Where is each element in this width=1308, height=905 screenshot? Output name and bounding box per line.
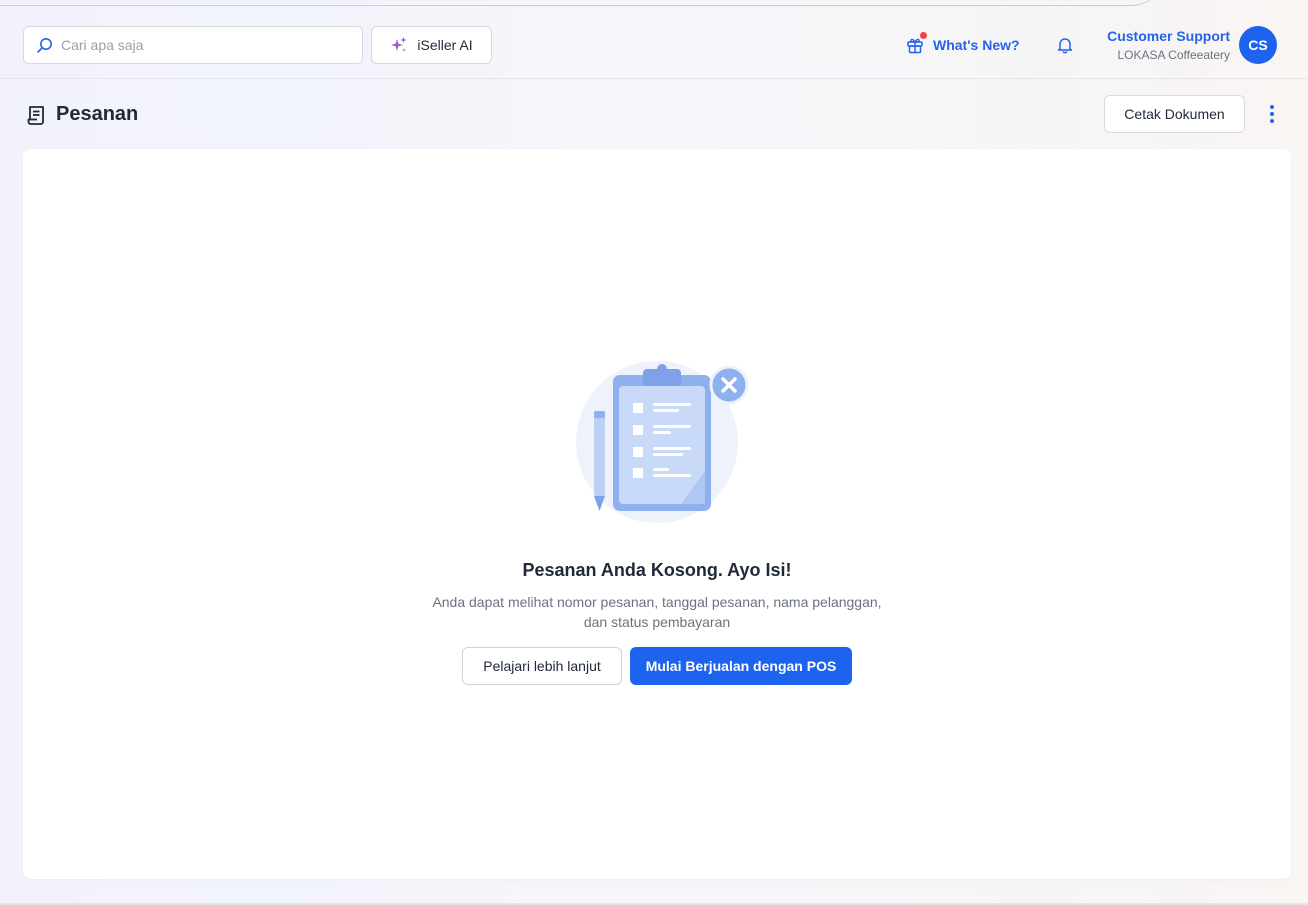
page-heading: Pesanan	[27, 103, 138, 126]
receipt-icon	[27, 105, 44, 125]
sparkle-icon	[391, 37, 407, 52]
user-info[interactable]: Customer Support LOKASA Coffeeatery	[1107, 28, 1230, 62]
whats-new-label: What's New?	[933, 37, 1020, 53]
more-vertical-icon-dot	[1270, 119, 1274, 123]
empty-state-description-line: dan status pembayaran	[583, 614, 731, 630]
search-box[interactable]	[23, 26, 363, 64]
learn-more-button[interactable]: Pelajari lebih lanjut	[462, 647, 622, 685]
top-bar: iSeller AI What's New? Customer Support …	[0, 0, 1308, 79]
notifications-button[interactable]	[1056, 36, 1074, 54]
empty-state-card: Pesanan Anda Kosong. Ayo Isi! Anda dapat…	[23, 149, 1291, 879]
page-title: Pesanan	[56, 103, 139, 125]
empty-state-title: Pesanan Anda Kosong. Ayo Isi!	[522, 560, 792, 580]
more-vertical-icon-dot	[1270, 105, 1274, 109]
more-options-button[interactable]	[1266, 103, 1278, 125]
bell-icon	[1057, 38, 1073, 54]
print-document-button[interactable]: Cetak Dokumen	[1104, 95, 1245, 133]
search-input[interactable]	[61, 37, 341, 53]
avatar[interactable]: CS	[1239, 26, 1277, 64]
gift-icon	[906, 32, 927, 54]
iseller-ai-button[interactable]: iSeller AI	[371, 26, 492, 64]
iseller-ai-label: iSeller AI	[417, 37, 473, 53]
empty-clipboard-illustration	[576, 361, 749, 523]
search-icon	[37, 37, 52, 53]
start-selling-pos-button[interactable]: Mulai Berjualan dengan POS	[630, 647, 852, 685]
whats-new-link[interactable]: What's New?	[906, 32, 1020, 56]
empty-state-description: Anda dapat melihat nomor pesanan, tangga…	[407, 592, 907, 632]
store-name: LOKASA Coffeeatery	[1117, 48, 1230, 62]
notification-dot	[920, 32, 927, 39]
more-vertical-icon-dot	[1270, 112, 1274, 116]
empty-state-description-line: Anda dapat melihat nomor pesanan, tangga…	[432, 594, 882, 610]
user-name: Customer Support	[1107, 28, 1230, 44]
